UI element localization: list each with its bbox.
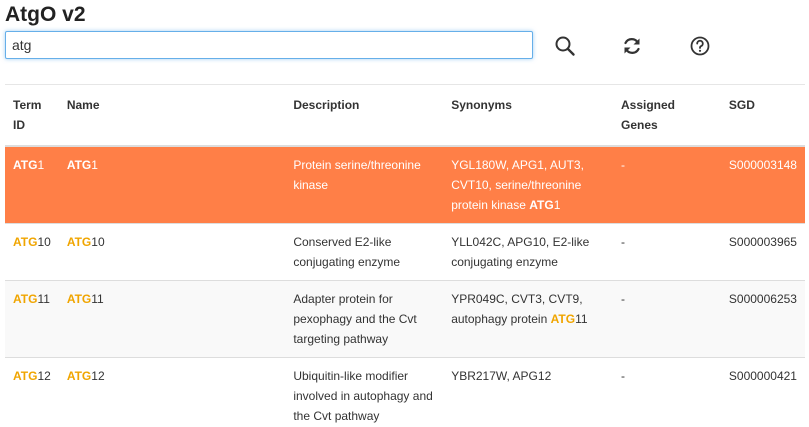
assigned-genes-cell: - [613,145,721,224]
highlight-match: ATG [13,235,38,249]
term-id-cell: ATG12 [5,357,59,427]
term-id-cell: ATG1 [5,145,59,224]
table-row[interactable]: ATG10 ATG10 Conserved E2-like conjugatin… [5,223,805,281]
highlight-match: ATG [13,292,38,306]
table-row[interactable]: ATG12 ATG12 Ubiquitin-like modifier invo… [5,357,805,427]
search-button[interactable] [551,32,579,60]
description-cell: Adapter protein for pexophagy and the Cv… [285,280,444,358]
assigned-genes-cell: - [613,280,721,358]
term-id-rest: 10 [37,235,51,249]
highlight-match: ATG [13,369,38,383]
synonyms-rest: 1 [553,198,561,212]
header-term-id[interactable]: Term ID [5,84,59,147]
table-row[interactable]: ATG1 ATG1 Protein serine/threonine kinas… [5,145,805,224]
assigned-genes-cell: - [613,357,721,427]
app-page: AtgO v2 Term ID Name Description S [0,0,809,427]
results-table: Term ID Name Description Synonyms Assign… [5,84,805,427]
name-rest: 1 [91,158,98,172]
description-cell: Protein serine/threonine kinase [285,145,444,224]
sgd-cell: S000003148 [720,145,805,224]
app-title: AtgO v2 [5,3,86,26]
highlight-match: ATG [66,292,92,306]
header-name[interactable]: Name [58,84,286,147]
description-cell: Conserved E2-like conjugating enzyme [285,223,444,281]
synonyms-cell: YLL042C, APG10, E2-like conjugating enzy… [443,223,613,281]
table-header-row: Term ID Name Description Synonyms Assign… [5,84,805,147]
table-row[interactable]: ATG11 ATG11 Adapter protein for pexophag… [5,280,805,358]
name-cell: ATG12 [58,357,286,427]
synonyms-cell: YBR217W, APG12 [443,357,613,427]
sgd-cell: S000003965 [720,223,805,281]
highlight-match: ATG [66,369,92,383]
sgd-cell: S000000421 [720,357,805,427]
highlight-match: ATG [529,198,554,212]
help-circle-icon [690,36,710,56]
synonyms-text: YLL042C, APG10, E2-like conjugating enzy… [451,235,590,269]
header-assigned-genes[interactable]: Assigned Genes [613,84,721,147]
refresh-icon [624,38,640,54]
highlight-match: ATG [13,158,38,172]
highlight-match: ATG [66,235,92,249]
synonyms-cell: YGL180W, APG1, AUT3, CVT10, serine/threo… [443,145,613,224]
search-icon [555,36,575,56]
name-cell: ATG10 [58,223,286,281]
name-cell: ATG11 [58,280,286,358]
name-rest: 11 [91,292,104,306]
header-description[interactable]: Description [285,84,444,147]
search-input[interactable] [5,31,533,59]
name-rest: 12 [91,369,105,383]
description-cell: Ubiquitin-like modifier involved in auto… [285,357,444,427]
highlight-match: ATG [66,158,92,172]
sgd-cell: S000006253 [720,280,805,358]
help-button[interactable] [686,32,714,60]
term-id-rest: 1 [37,158,45,172]
synonyms-text: YBR217W, APG12 [451,369,552,383]
term-id-cell: ATG11 [5,280,59,358]
term-id-cell: ATG10 [5,223,59,281]
synonyms-rest: 11 [575,312,588,326]
term-id-rest: 11 [37,292,50,306]
assigned-genes-cell: - [613,223,721,281]
header-synonyms[interactable]: Synonyms [443,84,613,147]
highlight-match: ATG [550,312,576,326]
refresh-button[interactable] [618,32,646,60]
synonyms-text: YGL180W, APG1, AUT3, CVT10, serine/threo… [451,158,584,212]
synonyms-cell: YPR049C, CVT3, CVT9, autophagy protein A… [443,280,613,358]
header-sgd[interactable]: SGD [720,84,805,147]
term-id-rest: 12 [37,369,51,383]
name-cell: ATG1 [58,145,286,224]
name-rest: 10 [91,235,105,249]
